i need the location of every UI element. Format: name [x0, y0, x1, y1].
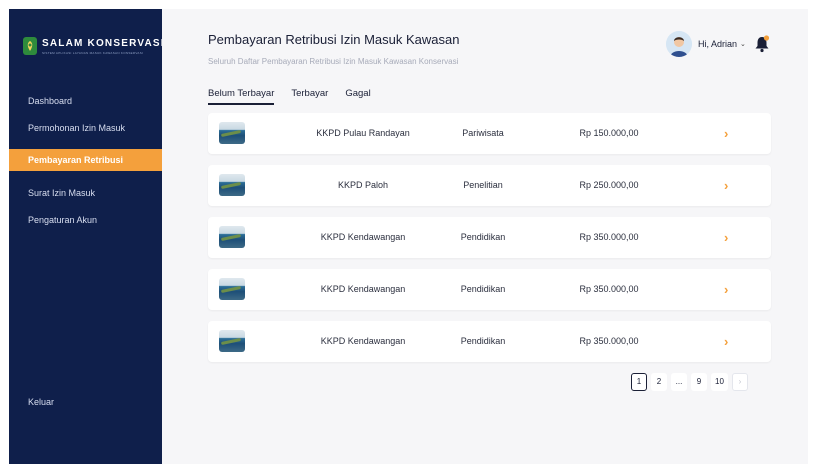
sidebar-item-pengaturan-akun[interactable]: Pengaturan Akun — [9, 209, 162, 231]
bell-icon[interactable] — [754, 35, 770, 53]
tab-gagal[interactable]: Gagal — [345, 88, 370, 105]
location-thumbnail — [219, 122, 245, 144]
page-button-9[interactable]: 9 — [691, 373, 707, 391]
user-menu[interactable]: Hi, Adrian ⌄ — [666, 31, 770, 57]
page-ellipsis: ... — [671, 373, 687, 391]
row-category: Pendidikan — [460, 336, 506, 346]
logout-link[interactable]: Keluar — [9, 391, 162, 413]
tab-terbayar[interactable]: Terbayar — [291, 88, 328, 105]
sidebar-item-dashboard[interactable]: Dashboard — [9, 90, 162, 112]
row-category: Pendidikan — [460, 284, 506, 294]
payment-row[interactable]: KKPD Kendawangan Pendidikan Rp 350.000,0… — [208, 269, 771, 310]
payment-row[interactable]: KKPD Kendawangan Pendidikan Rp 350.000,0… — [208, 217, 771, 258]
page-button-10[interactable]: 10 — [711, 373, 728, 391]
location-thumbnail — [219, 226, 245, 248]
pagination: 1 2 ... 9 10 › — [631, 373, 752, 391]
brand-logo-icon — [23, 37, 37, 55]
row-amount: Rp 250.000,00 — [579, 180, 639, 190]
row-location: KKPD Pulau Randayan — [316, 128, 410, 138]
payment-row[interactable]: KKPD Pulau Randayan Pariwisata Rp 150.00… — [208, 113, 771, 154]
row-location: KKPD Kendawangan — [320, 232, 406, 242]
brand[interactable]: SALAM KONSERVASI SISTEM APLIKASI LAYANAN… — [23, 37, 165, 55]
payment-row[interactable]: KKPD Paloh Penelitian Rp 250.000,00 › — [208, 165, 771, 206]
user-greeting-text: Hi, Adrian — [698, 39, 738, 49]
row-amount: Rp 350.000,00 — [579, 284, 639, 294]
row-location: KKPD Paloh — [337, 180, 389, 190]
brand-tagline: SISTEM APLIKASI LAYANAN MASUK KAWASAN KO… — [42, 50, 144, 55]
row-amount: Rp 350.000,00 — [579, 336, 639, 346]
sidebar-item-permohonan-izin-masuk[interactable]: Permohonan Izin Masuk — [9, 117, 162, 139]
avatar[interactable] — [666, 31, 692, 57]
main-content: Pembayaran Retribusi Izin Masuk Kawasan … — [162, 9, 808, 464]
chevron-right-icon[interactable]: › — [724, 269, 728, 310]
row-location: KKPD Kendawangan — [320, 336, 406, 346]
row-location: KKPD Kendawangan — [320, 284, 406, 294]
location-thumbnail — [219, 278, 245, 300]
chevron-right-icon[interactable]: › — [731, 373, 748, 391]
row-amount: Rp 150.000,00 — [579, 128, 639, 138]
user-greeting[interactable]: Hi, Adrian ⌄ — [698, 39, 746, 49]
sidebar-item-pembayaran-retribusi[interactable]: Pembayaran Retribusi — [9, 149, 162, 171]
payment-row[interactable]: KKPD Kendawangan Pendidikan Rp 350.000,0… — [208, 321, 771, 362]
brand-name: SALAM KONSERVASI — [42, 37, 165, 49]
chevron-down-icon: ⌄ — [740, 41, 746, 48]
chevron-right-icon[interactable]: › — [724, 321, 728, 362]
page-subtitle: Seluruh Daftar Pembayaran Retribusi Izin… — [208, 57, 459, 66]
page-title: Pembayaran Retribusi Izin Masuk Kawasan — [208, 32, 460, 47]
sidebar: SALAM KONSERVASI SISTEM APLIKASI LAYANAN… — [9, 9, 165, 464]
row-category: Pendidikan — [460, 232, 506, 242]
chevron-right-icon[interactable]: › — [724, 113, 728, 154]
status-tabs: Belum Terbayar Terbayar Gagal — [208, 88, 388, 105]
chevron-right-icon[interactable]: › — [724, 165, 728, 206]
row-amount: Rp 350.000,00 — [579, 232, 639, 242]
sidebar-item-surat-izin-masuk[interactable]: Surat Izin Masuk — [9, 182, 162, 204]
location-thumbnail — [219, 330, 245, 352]
tab-belum-terbayar[interactable]: Belum Terbayar — [208, 88, 275, 105]
row-category: Penelitian — [463, 180, 503, 190]
row-category: Pariwisata — [462, 128, 504, 138]
location-thumbnail — [219, 174, 245, 196]
page-button-1[interactable]: 1 — [631, 373, 647, 391]
chevron-right-icon[interactable]: › — [724, 217, 728, 258]
page-button-2[interactable]: 2 — [651, 373, 667, 391]
